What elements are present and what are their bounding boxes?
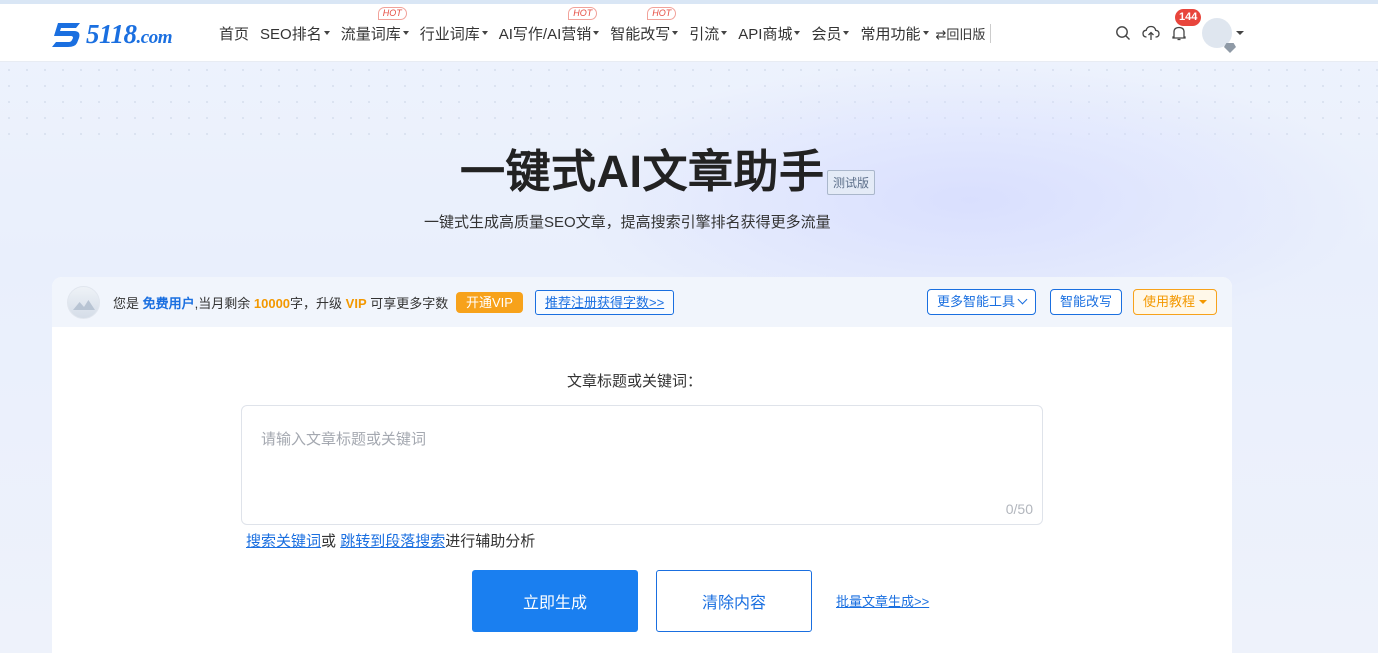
title-input-box: 0/50 [241, 405, 1043, 525]
old-version-link[interactable]: ⇄回旧版 [936, 23, 992, 43]
generator-card: 您是 免费用户,当月剩余 10000字，升级 VIP 可享更多字数 开通VIP … [52, 277, 1232, 653]
caret-down-icon [922, 31, 929, 35]
char-counter: 0/50 [1005, 501, 1033, 517]
tutorial-label: 使用教程 [1143, 294, 1196, 309]
avatar [67, 286, 100, 319]
nav-seo-rank[interactable]: SEO排名 [260, 23, 330, 44]
more-tools-button[interactable]: 更多智能工具 [927, 289, 1037, 315]
nav-common-functions[interactable]: 常用功能 [860, 23, 929, 44]
caret-down-icon [721, 31, 728, 35]
nav-label: 引流 [689, 25, 720, 43]
bell-icon-svg [1172, 26, 1186, 41]
assist-suffix: 进行辅助分析 [445, 533, 536, 550]
nav-label: 常用功能 [860, 25, 921, 43]
nav-label: 首页 [219, 25, 250, 43]
caret-down-icon [593, 31, 600, 35]
nav-traffic-words[interactable]: HOT 流量词库 [340, 6, 409, 44]
nav-ai-writing[interactable]: HOT AI写作/AI营销 [498, 6, 600, 44]
user-avatar[interactable] [1202, 18, 1236, 53]
beta-tag: 测试版 [827, 170, 876, 195]
nav-membership[interactable]: 会员 [811, 23, 850, 44]
generate-button[interactable]: 立即生成 [472, 570, 638, 632]
nav-label: 智能改写 [610, 25, 671, 43]
assist-text: 搜索关键词或 跳转到段落搜索进行辅助分析 [246, 530, 535, 551]
diamond-icon [1224, 43, 1236, 53]
top-navbar: 5118.com 首页 SEO排名 HOT 流量词库 行业词库 HOT AI写作/A… [0, 4, 1378, 62]
nav-home[interactable]: 首页 [219, 23, 249, 44]
account-bar: 您是 免费用户,当月剩余 10000字，升级 VIP 可享更多字数 开通VIP … [52, 277, 1232, 327]
nav-right-tools: 144 [1113, 4, 1244, 62]
page-subtitle: 一键式生成高质量SEO文章，提高搜索引擎排名获得更多流量 [424, 214, 831, 231]
chevron-down-icon [1017, 294, 1028, 305]
paragraph-search-link[interactable]: 跳转到段落搜索 [340, 533, 445, 550]
quota-suffix: 可享更多字数 [366, 296, 449, 311]
cloud-upload-icon-svg [1142, 25, 1160, 40]
remaining-count: 10000 [253, 296, 291, 311]
notification-badge: 144 [1175, 9, 1202, 26]
search-icon-svg [1116, 26, 1130, 40]
nav-traffic-lead[interactable]: 引流 [689, 23, 728, 44]
nav-label: 流量词库 [340, 25, 401, 43]
logo-text: 5118.com [86, 19, 172, 50]
page-title: 一键式AI文章助手 [460, 146, 825, 197]
main-nav: 首页 SEO排名 HOT 流量词库 行业词库 HOT AI写作/AI营销 HOT 智能… [219, 4, 1002, 62]
title-field-label: 文章标题或关键词： [567, 373, 703, 390]
user-type: 免费用户 [142, 296, 195, 311]
caret-down-icon [1199, 300, 1208, 304]
cloud-upload-icon[interactable] [1141, 23, 1161, 43]
referral-link[interactable]: 推荐注册获得字数>> [535, 290, 675, 315]
logo-brand: 5118 [86, 18, 137, 49]
smart-rewrite-button[interactable]: 智能改写 [1050, 289, 1123, 315]
clear-button[interactable]: 清除内容 [656, 570, 812, 632]
title-input[interactable] [242, 406, 1042, 524]
caret-down-icon [323, 31, 330, 35]
batch-generate-link[interactable]: 批量文章生成>> [836, 591, 929, 610]
nav-label: SEO排名 [260, 25, 322, 43]
chevron-down-icon[interactable] [1236, 31, 1244, 35]
logo-icon [52, 23, 80, 47]
nav-industry-words[interactable]: 行业词库 [420, 23, 488, 44]
quota-text: 您是 免费用户,当月剩余 10000字，升级 VIP 可享更多字数 [113, 293, 448, 312]
caret-down-icon [672, 31, 679, 35]
caret-down-icon [481, 31, 488, 35]
search-icon[interactable] [1113, 23, 1133, 43]
vip-label: VIP [345, 296, 367, 311]
quota-mid2: 字，升级 [290, 296, 346, 311]
bell-icon[interactable]: 144 [1169, 9, 1202, 43]
more-tools-label: 更多智能工具 [937, 294, 1016, 309]
assist-or: 或 [321, 533, 341, 550]
logo-tld: .com [136, 26, 173, 48]
nav-label: API商城 [738, 25, 793, 43]
caret-down-icon [794, 31, 801, 35]
open-vip-button[interactable]: 开通VIP [456, 292, 523, 313]
nav-label: AI写作/AI营销 [498, 25, 592, 43]
nav-label: 会员 [811, 25, 842, 43]
quota-mid: ,当月剩余 [194, 296, 254, 311]
nav-label: 行业词库 [419, 25, 480, 43]
caret-down-icon [402, 31, 409, 35]
hot-badge: HOT [377, 6, 407, 20]
logo[interactable]: 5118.com [50, 17, 172, 51]
tutorial-button[interactable]: 使用教程 [1133, 289, 1218, 315]
hot-badge: HOT [647, 6, 677, 20]
nav-api-store[interactable]: API商城 [738, 23, 801, 44]
nav-smart-rewrite[interactable]: HOT 智能改写 [610, 6, 679, 44]
caret-down-icon [843, 31, 850, 35]
quota-prefix: 您是 [113, 296, 143, 311]
hot-badge: HOT [568, 6, 598, 20]
search-keyword-link[interactable]: 搜索关键词 [246, 533, 321, 550]
